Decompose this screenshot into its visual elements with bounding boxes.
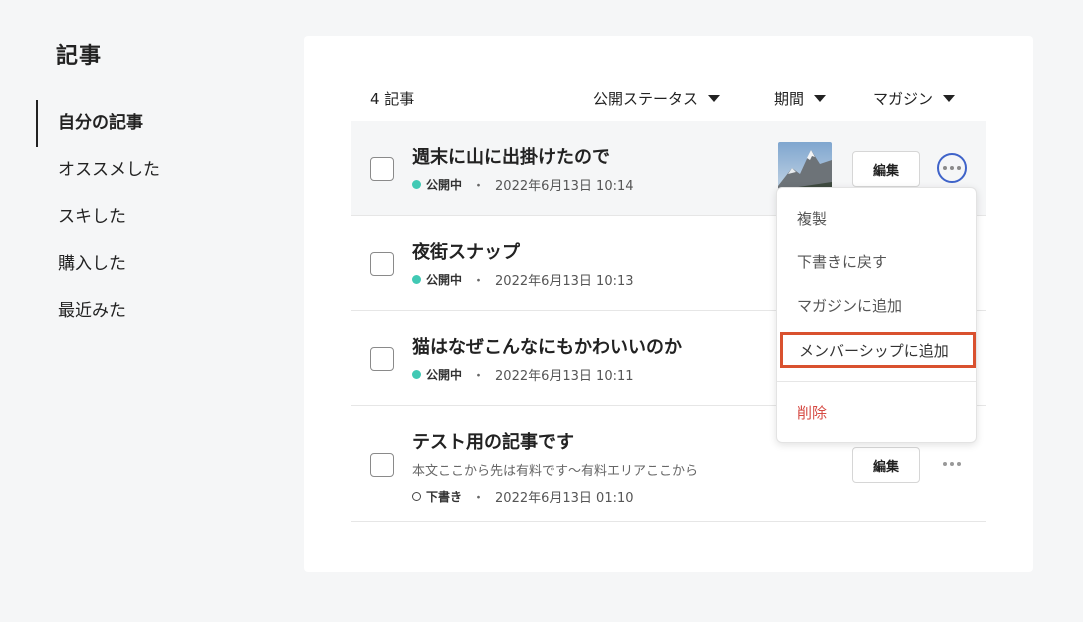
article-status: 下書き <box>426 490 463 504</box>
article-date: 2022年6月13日 01:10 <box>495 491 634 506</box>
sidebar-item-liked[interactable]: スキした <box>36 194 266 241</box>
caret-down-icon <box>943 94 956 102</box>
more-options-button[interactable] <box>937 153 967 183</box>
sidebar-nav: 自分の記事 オススメした スキした 購入した 最近みた <box>36 100 266 335</box>
meta-separator: ・ <box>472 369 486 384</box>
caret-down-icon <box>814 94 827 102</box>
article-date: 2022年6月13日 10:13 <box>495 274 634 289</box>
menu-item-revert-to-draft[interactable]: 下書きに戻す <box>777 245 976 279</box>
more-options-button[interactable] <box>937 449 967 479</box>
article-checkbox[interactable] <box>370 453 394 477</box>
meta-separator: ・ <box>472 179 486 194</box>
edit-button[interactable]: 編集 <box>852 447 920 483</box>
article-status: 公開中 <box>426 178 463 192</box>
article-checkbox[interactable] <box>370 157 394 181</box>
article-excerpt: 本文ここから先は有料です〜有料エリアここから <box>412 464 699 479</box>
article-title[interactable]: テスト用の記事です <box>412 428 574 454</box>
dot-icon <box>957 166 961 170</box>
article-date: 2022年6月13日 10:11 <box>495 369 634 384</box>
article-meta: 公開中 ・ 2022年6月13日 10:14 <box>412 175 634 194</box>
meta-separator: ・ <box>472 274 486 289</box>
article-date: 2022年6月13日 10:14 <box>495 179 634 194</box>
article-title[interactable]: 週末に山に出掛けたので <box>412 143 610 169</box>
filter-magazine[interactable]: マガジン <box>873 86 956 110</box>
meta-separator: ・ <box>472 491 486 506</box>
menu-item-add-to-magazine[interactable]: マガジンに追加 <box>777 289 976 323</box>
published-status-dot <box>412 275 421 284</box>
sidebar-title: 記事 <box>56 44 103 69</box>
article-options-menu: 複製 下書きに戻す マガジンに追加 メンバーシップに追加 削除 <box>776 187 977 443</box>
article-status: 公開中 <box>426 368 463 382</box>
article-title[interactable]: 猫はなぜこんなにもかわいいのか <box>412 333 682 359</box>
dot-icon <box>957 462 961 466</box>
menu-item-add-to-membership[interactable]: メンバーシップに追加 <box>780 332 976 368</box>
menu-item-delete[interactable]: 削除 <box>777 396 976 430</box>
article-checkbox[interactable] <box>370 347 394 371</box>
menu-divider <box>777 381 976 382</box>
dot-icon <box>943 166 947 170</box>
filter-period[interactable]: 期間 <box>774 86 827 110</box>
article-status: 公開中 <box>426 273 463 287</box>
published-status-dot <box>412 180 421 189</box>
article-checkbox[interactable] <box>370 252 394 276</box>
sidebar-item-recently-viewed[interactable]: 最近みた <box>36 288 266 335</box>
sidebar-item-purchased[interactable]: 購入した <box>36 241 266 288</box>
article-meta: 公開中 ・ 2022年6月13日 10:13 <box>412 270 634 289</box>
published-status-dot <box>412 370 421 379</box>
edit-button[interactable]: 編集 <box>852 151 920 187</box>
filter-publish-status[interactable]: 公開ステータス <box>593 86 721 110</box>
sidebar-item-recommended[interactable]: オススメした <box>36 147 266 194</box>
article-count: 4 記事 <box>370 90 415 108</box>
article-title[interactable]: 夜街スナップ <box>412 238 520 264</box>
draft-status-dot <box>412 492 421 501</box>
sidebar-item-my-articles[interactable]: 自分の記事 <box>36 100 266 147</box>
dot-icon <box>943 462 947 466</box>
article-meta: 下書き ・ 2022年6月13日 01:10 <box>412 487 634 506</box>
article-meta: 公開中 ・ 2022年6月13日 10:11 <box>412 365 634 384</box>
articles-toolbar: 4 記事 公開ステータス 期間 マガジン <box>370 86 986 110</box>
caret-down-icon <box>708 94 721 102</box>
dot-icon <box>950 166 954 170</box>
filter-period-label: 期間 <box>774 89 805 108</box>
dot-icon <box>950 462 954 466</box>
filter-publish-status-label: 公開ステータス <box>593 89 699 108</box>
menu-item-duplicate[interactable]: 複製 <box>777 202 976 236</box>
filter-magazine-label: マガジン <box>873 89 934 108</box>
